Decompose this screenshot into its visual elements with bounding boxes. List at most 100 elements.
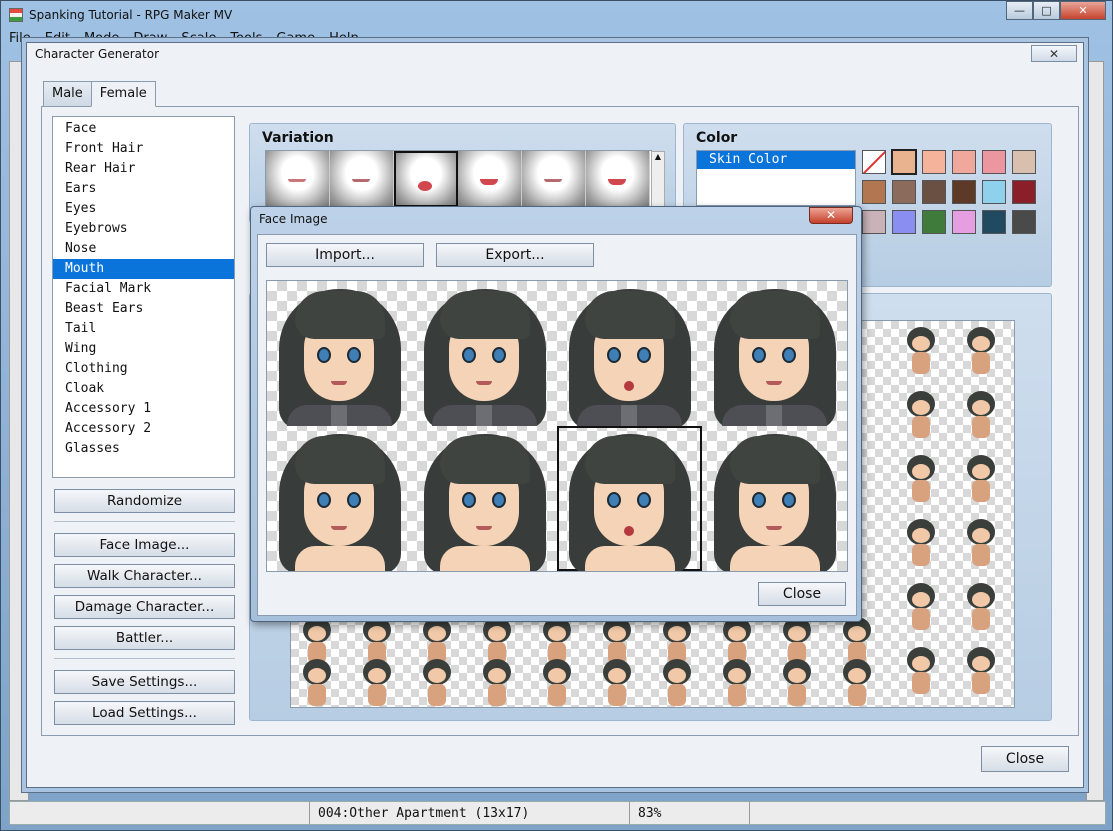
part-item[interactable]: Wing	[53, 339, 234, 359]
color-title: Color	[696, 130, 738, 146]
character-sprite	[961, 327, 1001, 377]
part-item[interactable]: Glasses	[53, 439, 234, 459]
variation-thumb[interactable]	[266, 151, 330, 207]
face-image[interactable]	[412, 426, 557, 571]
no-color-swatch[interactable]	[862, 150, 886, 174]
part-item[interactable]: Face	[53, 119, 234, 139]
color-swatch[interactable]	[1012, 210, 1036, 234]
character-sprite	[961, 583, 1001, 633]
variation-title: Variation	[262, 130, 334, 146]
dialog-close-x-button[interactable]: ✕	[1031, 45, 1077, 62]
color-swatch[interactable]	[982, 150, 1006, 174]
close-button[interactable]: Close	[981, 746, 1069, 772]
color-target-list[interactable]: Skin Color	[696, 150, 856, 206]
face-image[interactable]	[702, 426, 847, 571]
face-image[interactable]	[702, 281, 847, 426]
character-sprite	[717, 659, 757, 709]
face-image-selected[interactable]	[557, 426, 702, 571]
face-image-grid	[266, 280, 848, 572]
status-map-name: 004:Other Apartment (13x17)	[310, 802, 630, 824]
color-swatch[interactable]	[982, 180, 1006, 204]
color-swatch[interactable]	[952, 150, 976, 174]
map-scrollbar[interactable]	[1086, 61, 1104, 801]
maximize-button[interactable]: □	[1033, 1, 1060, 20]
character-sprite	[657, 659, 697, 709]
face-image[interactable]	[267, 426, 412, 571]
export-button[interactable]: Export...	[436, 243, 594, 267]
part-item[interactable]: Eyebrows	[53, 219, 234, 239]
variation-thumb[interactable]	[330, 151, 394, 207]
rpgmaker-app-icon	[9, 8, 23, 22]
face-dialog-close-button[interactable]: Close	[758, 582, 846, 606]
character-sprite	[901, 647, 941, 697]
variation-thumb-selected[interactable]	[394, 151, 458, 207]
part-item[interactable]: Beast Ears	[53, 299, 234, 319]
color-swatch[interactable]	[952, 210, 976, 234]
variation-thumb[interactable]	[522, 151, 586, 207]
face-dialog-body: Import... Export... Close	[257, 234, 857, 616]
color-swatch[interactable]	[952, 180, 976, 204]
character-sprite	[477, 659, 517, 709]
battler-button[interactable]: Battler...	[54, 626, 235, 650]
part-item[interactable]: Nose	[53, 239, 234, 259]
part-item[interactable]: Ears	[53, 179, 234, 199]
part-item[interactable]: Accessory 2	[53, 419, 234, 439]
tab-female[interactable]: Female	[90, 81, 156, 107]
character-sprite	[901, 455, 941, 505]
character-sprite	[901, 391, 941, 441]
main-window-title: Spanking Tutorial - RPG Maker MV	[9, 5, 232, 25]
color-swatch[interactable]	[1012, 150, 1036, 174]
face-image-button[interactable]: Face Image...	[54, 533, 235, 557]
part-list[interactable]: Face Front Hair Rear Hair Ears Eyes Eyebrows N…	[52, 116, 235, 478]
face-image[interactable]	[267, 281, 412, 426]
color-swatch[interactable]	[982, 210, 1006, 234]
import-button[interactable]: Import...	[266, 243, 424, 267]
character-sprite	[297, 659, 337, 709]
character-sprite	[837, 659, 877, 709]
color-swatch[interactable]	[922, 180, 946, 204]
window-controls: — □ ✕	[1006, 1, 1106, 20]
minimize-button[interactable]: —	[1006, 1, 1033, 20]
part-item[interactable]: Mouth	[53, 259, 234, 279]
main-window-title-text: Spanking Tutorial - RPG Maker MV	[29, 8, 233, 22]
part-item[interactable]: Clothing	[53, 359, 234, 379]
status-zoom: 83%	[630, 802, 750, 824]
part-item[interactable]: Rear Hair	[53, 159, 234, 179]
color-swatch[interactable]	[922, 150, 946, 174]
separator	[54, 658, 235, 659]
face-image-dialog: Face Image ✕ Import... Export... Close	[250, 206, 862, 622]
part-item[interactable]: Eyes	[53, 199, 234, 219]
color-swatch[interactable]	[862, 180, 886, 204]
variation-thumb[interactable]	[586, 151, 650, 207]
part-item[interactable]: Tail	[53, 319, 234, 339]
load-settings-button[interactable]: Load Settings...	[54, 701, 235, 725]
face-dialog-close-x-button[interactable]: ✕	[809, 207, 853, 224]
character-sprite	[961, 455, 1001, 505]
color-swatch[interactable]	[862, 210, 886, 234]
save-settings-button[interactable]: Save Settings...	[54, 670, 235, 694]
color-swatch-grid	[862, 149, 1036, 234]
part-item[interactable]: Front Hair	[53, 139, 234, 159]
randomize-button[interactable]: Randomize	[54, 489, 235, 513]
damage-character-button[interactable]: Damage Character...	[54, 595, 235, 619]
face-image[interactable]	[412, 281, 557, 426]
character-sprite	[901, 327, 941, 377]
part-item[interactable]: Accessory 1	[53, 399, 234, 419]
variation-thumb[interactable]	[458, 151, 522, 207]
gender-tabs: Male Female	[43, 81, 156, 107]
color-swatch[interactable]	[922, 210, 946, 234]
color-swatch[interactable]	[892, 210, 916, 234]
window-close-button[interactable]: ✕	[1060, 1, 1106, 20]
color-swatch[interactable]	[891, 149, 917, 175]
character-sprite	[961, 519, 1001, 569]
variation-strip[interactable]: ▲	[265, 150, 665, 209]
part-item[interactable]: Facial Mark	[53, 279, 234, 299]
color-target-skin[interactable]: Skin Color	[697, 151, 855, 169]
color-swatch[interactable]	[892, 180, 916, 204]
walk-character-button[interactable]: Walk Character...	[54, 564, 235, 588]
part-item[interactable]: Cloak	[53, 379, 234, 399]
variation-scrollbar[interactable]: ▲	[651, 151, 665, 209]
color-swatch[interactable]	[1012, 180, 1036, 204]
face-image[interactable]	[557, 281, 702, 426]
tab-male[interactable]: Male	[43, 81, 92, 107]
